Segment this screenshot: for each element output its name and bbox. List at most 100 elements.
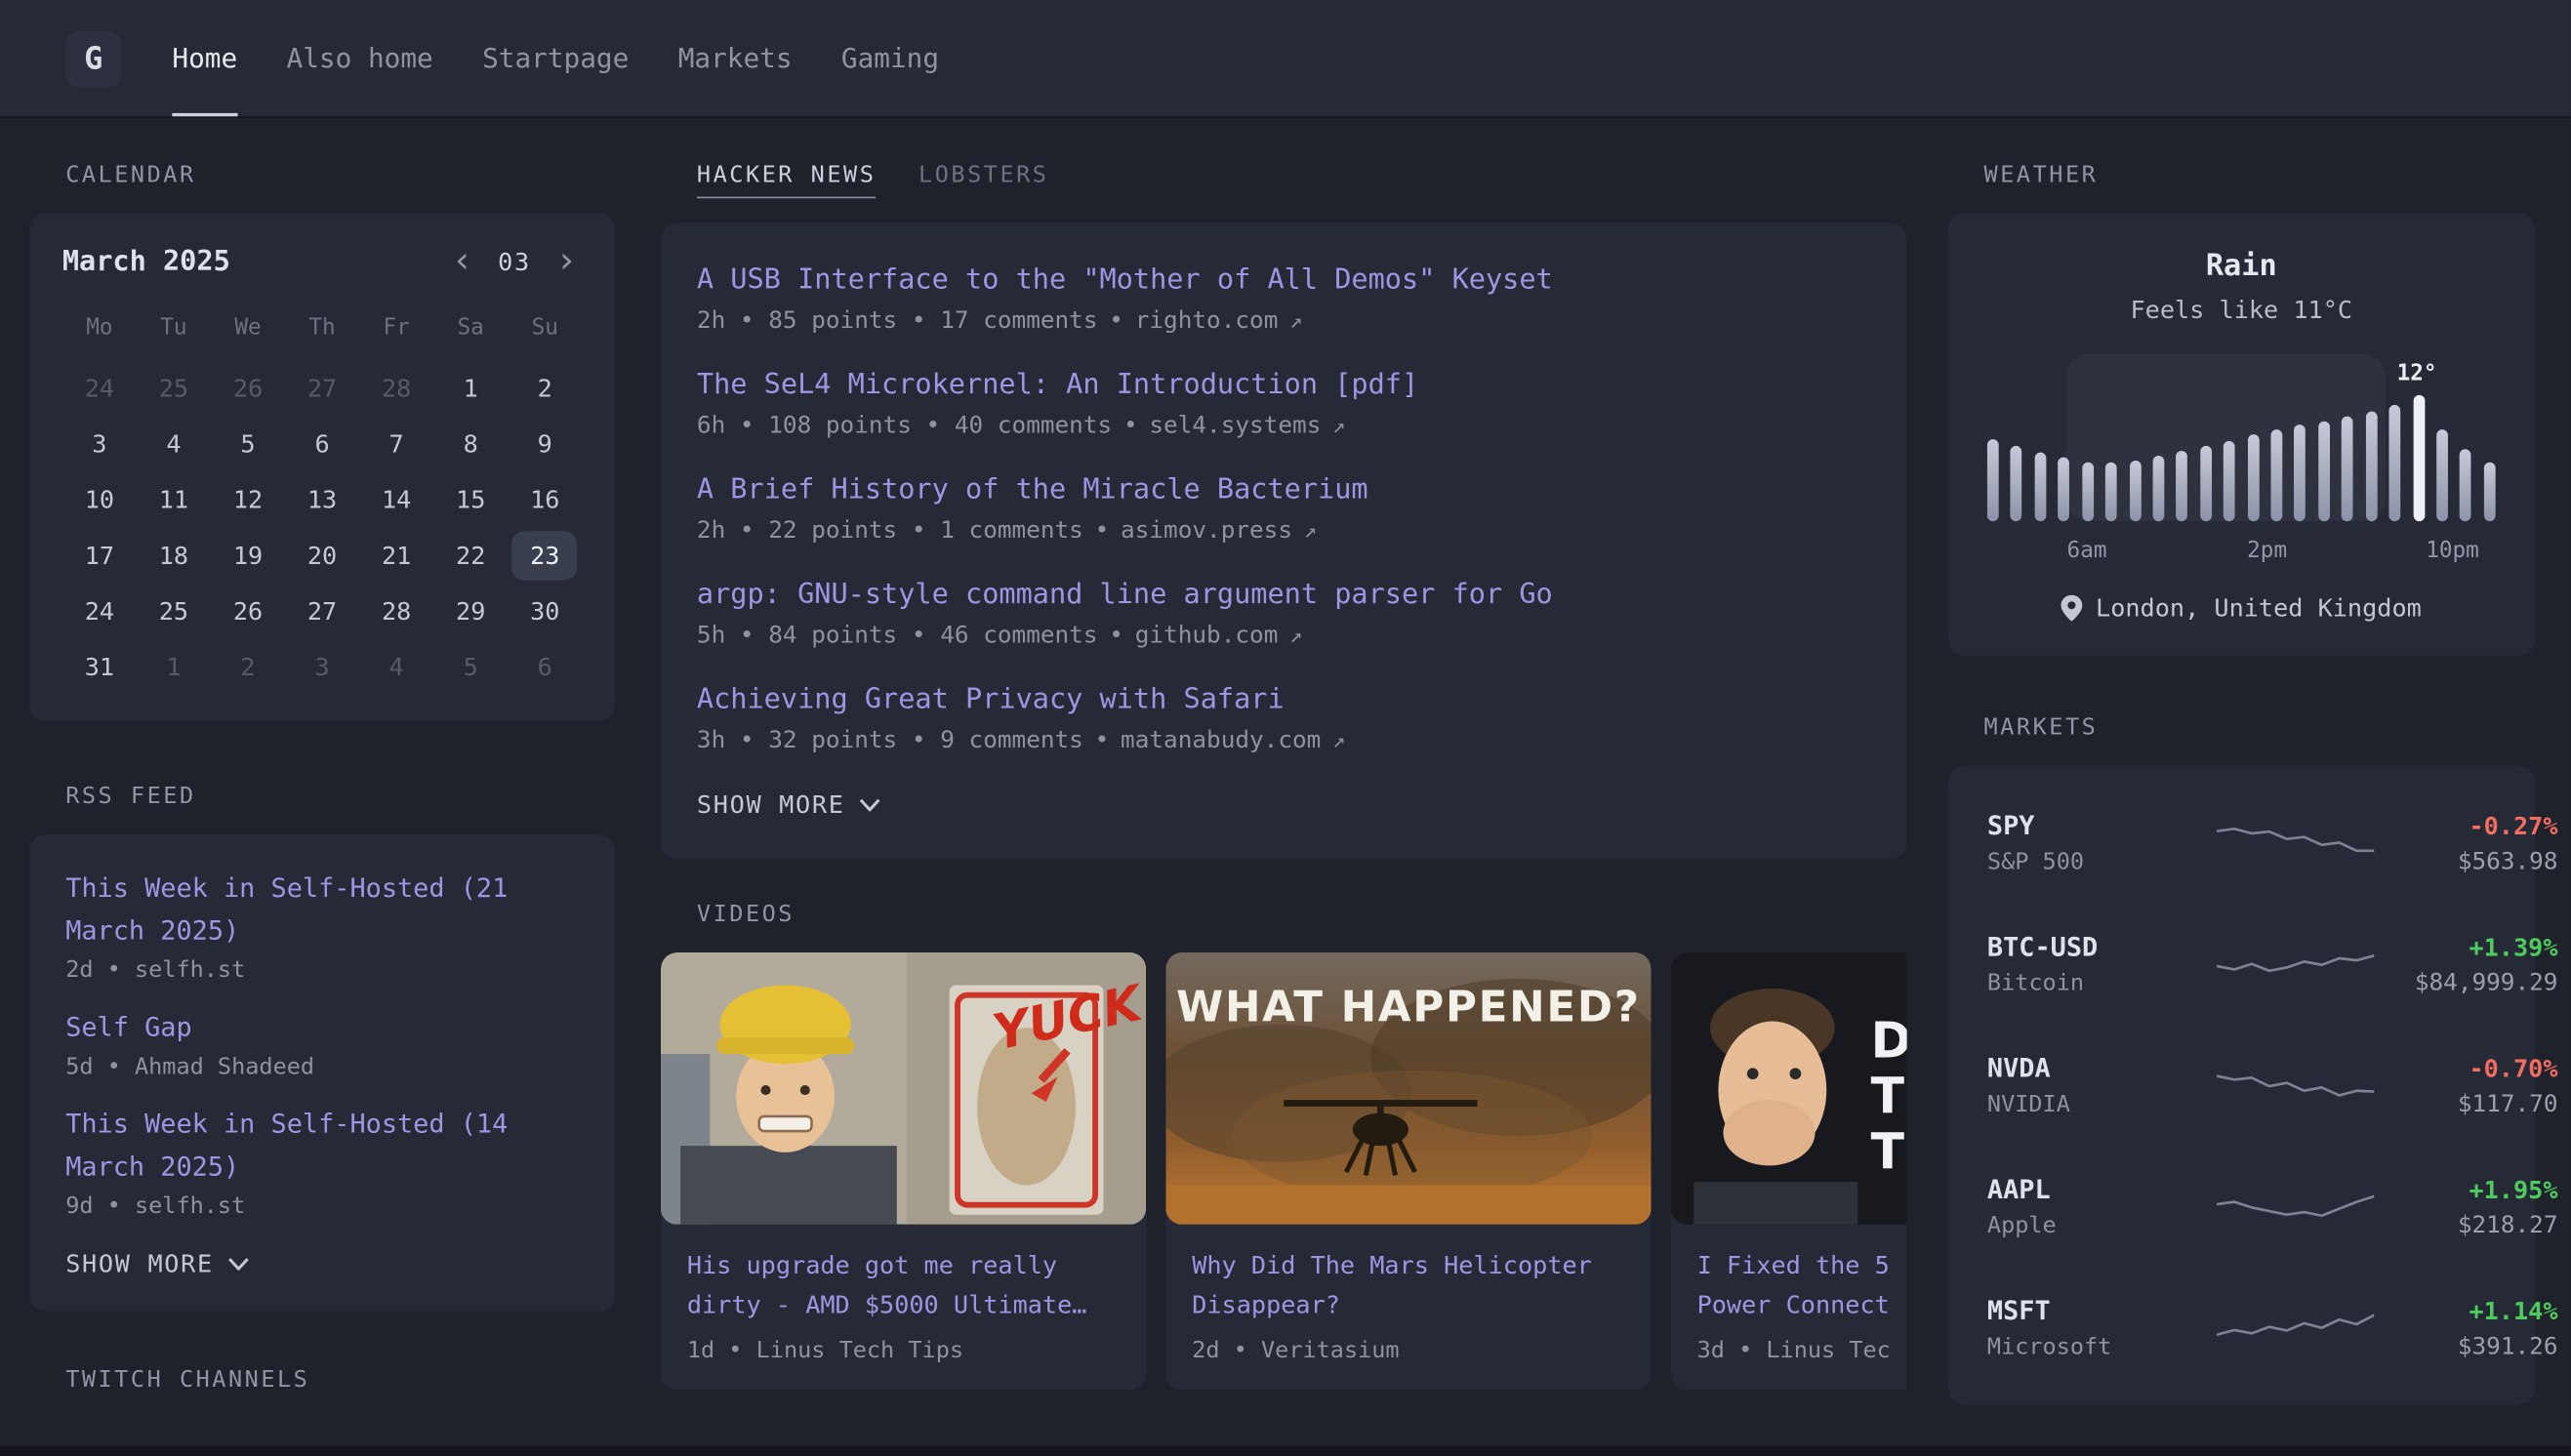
rss-item-title[interactable]: This Week in Self-Hosted (21 March 2025) — [65, 868, 579, 952]
market-change: -0.70% — [2374, 1053, 2557, 1082]
calendar-day: 13 — [285, 472, 359, 528]
market-name: Apple — [1987, 1213, 2217, 1239]
location-pin-icon — [2061, 595, 2083, 622]
video-title[interactable]: I Fixed the 5Power Connect — [1697, 1246, 1907, 1325]
current-temp-label: 12° — [2397, 361, 2437, 387]
weather-bar — [2460, 449, 2471, 521]
weather-bar — [2082, 462, 2094, 521]
news-items: A USB Interface to the "Mother of All De… — [697, 259, 1871, 753]
market-sparkline — [2217, 936, 2374, 991]
market-row[interactable]: NVDANVIDIA-0.70%$117.70 — [1987, 1025, 2496, 1146]
calendar-day: 26 — [211, 584, 285, 639]
news-item-title[interactable]: A Brief History of the Miracle Bacterium — [697, 468, 1871, 511]
nav-tab-startpage[interactable]: Startpage — [458, 0, 654, 116]
news-item-source[interactable]: asimov.press — [1121, 518, 1292, 545]
rss-item-title[interactable]: This Week in Self-Hosted (14 March 2025) — [65, 1104, 579, 1189]
calendar-day: 30 — [508, 584, 582, 639]
video-thumbnail: WHAT HAPPENED? — [1165, 952, 1651, 1225]
market-sparkline — [2217, 1057, 2374, 1112]
market-sparkline — [2217, 815, 2374, 870]
separator-dot: • — [1095, 728, 1110, 754]
market-ticker: AAPL — [1987, 1174, 2217, 1205]
calendar-weekday: Fr — [359, 304, 433, 350]
market-price: $563.98 — [2374, 848, 2557, 874]
market-name: Bitcoin — [1987, 970, 2217, 996]
news-item-source[interactable]: github.com — [1135, 623, 1279, 649]
svg-text:T: T — [1871, 1123, 1905, 1181]
news-item-title[interactable]: A USB Interface to the "Mother of All De… — [697, 259, 1871, 302]
market-ticker-block: BTC-USDBitcoin — [1987, 931, 2217, 996]
weather-bar — [2200, 446, 2212, 521]
calendar-section-label: CALENDAR — [29, 162, 615, 188]
news-item-title[interactable]: Achieving Great Privacy with Safari — [697, 678, 1871, 721]
nav-tab-also-home[interactable]: Also home — [262, 0, 458, 116]
nav-tab-home[interactable]: Home — [147, 0, 262, 116]
video-title[interactable]: Why Did The Mars HelicopterDisappear? — [1192, 1246, 1624, 1325]
weather-bar — [2366, 411, 2378, 521]
weather-bar — [2034, 452, 2046, 521]
calendar-header: March 2025 ‹ 03 › — [62, 246, 582, 279]
middle-column: HACKER NEWS LOBSTERS A USB Interface to t… — [661, 162, 1907, 1418]
weather-bar — [2105, 464, 2117, 522]
weather-bar — [2413, 395, 2425, 521]
calendar-day: 31 — [62, 639, 137, 695]
weather-bar — [1987, 439, 1999, 521]
app-logo[interactable]: G — [65, 30, 121, 86]
video-card[interactable]: DOTHT I Fixed the 5Power Connect3d • Lin… — [1671, 952, 1907, 1391]
right-column: WEATHER Rain Feels like 11°C 12° 6am2pm1… — [1948, 162, 2535, 1418]
videos-row: YUCK His upgrade got me reallydirty - AM… — [661, 952, 1907, 1391]
market-row[interactable]: MSFTMicrosoft+1.14%$391.26 — [1987, 1267, 2496, 1388]
calendar-nav: ‹ 03 › — [447, 248, 583, 277]
calendar-day: 21 — [359, 528, 433, 584]
news-item-info: 3h • 32 points • 9 comments — [697, 728, 1083, 754]
rss-item-title[interactable]: Self Gap — [65, 1006, 579, 1049]
news-show-more-button[interactable]: SHOW MORE — [697, 790, 1871, 820]
page: G HomeAlso homeStartpageMarketsGaming CA… — [0, 0, 2571, 1456]
video-meta: 1d • Linus Tech Tips — [687, 1338, 1120, 1364]
news-item-meta: 2h • 22 points • 1 comments•asimov.press… — [697, 518, 1871, 545]
weather-axis: 6am2pm10pm — [1984, 538, 2499, 567]
news-item-title[interactable]: argp: GNU-style command line argument pa… — [697, 574, 1871, 617]
news-item-source[interactable]: righto.com — [1135, 308, 1279, 335]
news-item-source[interactable]: sel4.systems — [1149, 413, 1321, 439]
market-values: +1.95%$218.27 — [2374, 1175, 2557, 1239]
news-item: argp: GNU-style command line argument pa… — [697, 574, 1871, 649]
separator-dot: • — [1109, 623, 1123, 649]
calendar-day: 7 — [359, 417, 433, 472]
video-meta: 2d • Veritasium — [1192, 1338, 1624, 1364]
svg-text:DO: DO — [1871, 1011, 1907, 1069]
calendar-day: 2 — [211, 639, 285, 695]
markets-section-label: MARKETS — [1948, 714, 2535, 741]
rss-show-more-button[interactable]: SHOW MORE — [65, 1249, 579, 1278]
external-link-icon: ↗ — [1332, 729, 1345, 753]
market-values: +1.14%$391.26 — [2374, 1296, 2557, 1360]
news-item-info: 2h • 22 points • 1 comments — [697, 518, 1083, 545]
svg-text:TH: TH — [1871, 1068, 1907, 1125]
calendar-next-icon[interactable]: › — [551, 248, 582, 277]
market-row[interactable]: AAPLApple+1.95%$218.27 — [1987, 1146, 2496, 1267]
news-item-title[interactable]: The SeL4 Microkernel: An Introduction [p… — [697, 364, 1871, 407]
market-row[interactable]: SPYS&P 500-0.27%$563.98 — [1987, 782, 2496, 903]
market-price: $84,999.29 — [2374, 970, 2557, 996]
news-tab-hacker-news[interactable]: HACKER NEWS — [697, 162, 876, 198]
video-card[interactable]: YUCK His upgrade got me reallydirty - AM… — [661, 952, 1146, 1391]
nav-tab-markets[interactable]: Markets — [654, 0, 817, 116]
calendar-prev-icon[interactable]: ‹ — [447, 248, 478, 277]
calendar-day: 19 — [211, 528, 285, 584]
weather-location: London, United Kingdom — [2096, 593, 2422, 623]
market-price: $117.70 — [2374, 1091, 2557, 1117]
news-item-meta: 6h • 108 points • 40 comments•sel4.syste… — [697, 413, 1871, 439]
market-ticker-block: SPYS&P 500 — [1987, 810, 2217, 875]
video-card[interactable]: WHAT HAPPENED? Why Did The Mars Helicopt… — [1165, 952, 1651, 1391]
news-item-source[interactable]: matanabudy.com — [1121, 728, 1321, 754]
nav-tab-gaming[interactable]: Gaming — [817, 0, 964, 116]
news-widget: A USB Interface to the "Mother of All De… — [661, 222, 1907, 859]
weather-time-label: 6am — [2067, 538, 2107, 564]
market-row[interactable]: BTC-USDBitcoin+1.39%$84,999.29 — [1987, 904, 2496, 1025]
calendar-day: 27 — [285, 584, 359, 639]
news-tab-lobsters[interactable]: LOBSTERS — [918, 162, 1048, 198]
twitch-section-label: TWITCH CHANNELS — [29, 1367, 615, 1394]
external-link-icon: ↗ — [1289, 624, 1302, 648]
video-title[interactable]: His upgrade got me reallydirty - AMD $50… — [687, 1246, 1120, 1325]
page-bottom-edge — [0, 1446, 2571, 1456]
